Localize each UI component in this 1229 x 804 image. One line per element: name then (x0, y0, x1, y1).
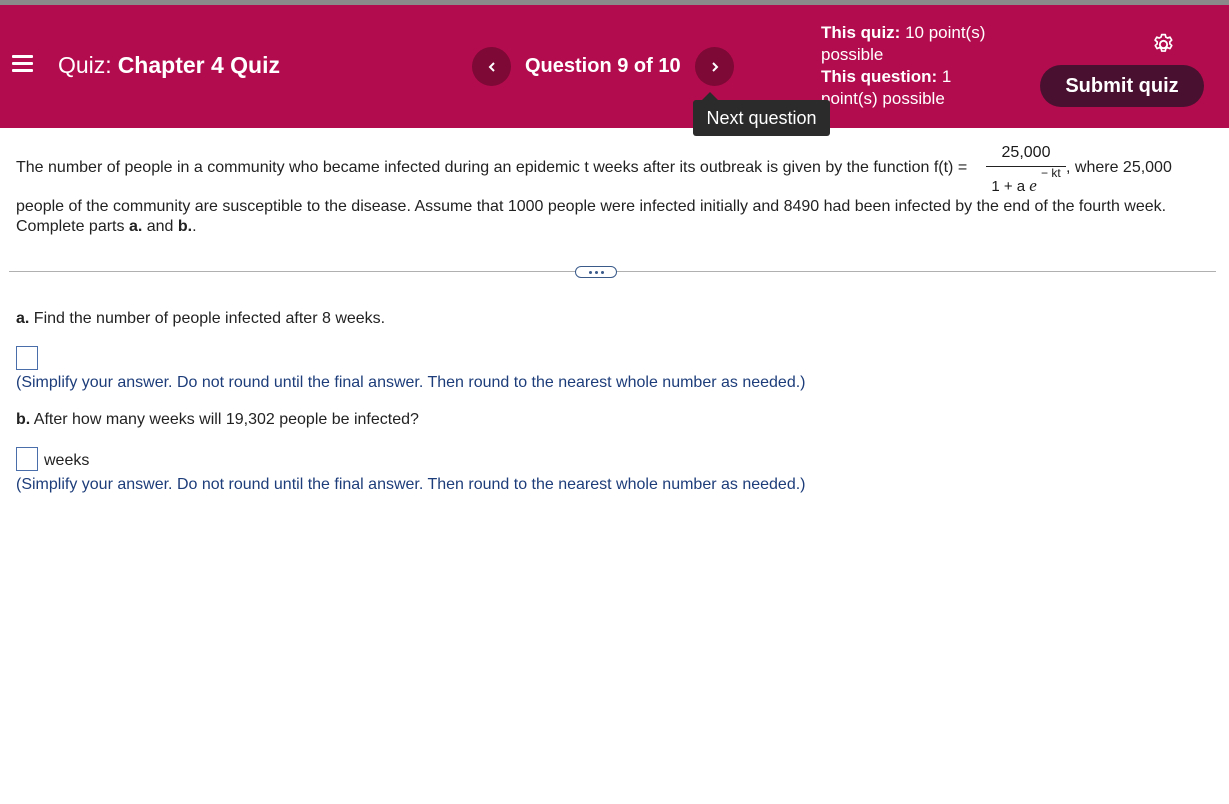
quiz-header: Quiz: Chapter 4 Quiz Question 9 of 10 Thi… (0, 5, 1229, 128)
problem-line-3-end: . (192, 218, 197, 235)
problem-line-3: Complete parts a. and b.. (16, 217, 197, 237)
problem-line-3-start: Complete parts (16, 218, 125, 235)
question-points-label: This question: (821, 67, 938, 86)
quiz-title-name: Chapter 4 Quiz (117, 52, 280, 78)
question-points-value-2: point(s) possible (821, 89, 945, 108)
problem-line-1-end: , where 25,000 (1066, 159, 1172, 176)
part-b-hint: (Simplify your answer. Do not round unti… (16, 476, 806, 493)
part-b-text: After how many weeks will 19,302 people … (33, 411, 419, 428)
problem-line-3-b: b. (177, 218, 193, 235)
denominator-exponent: − kt (1040, 166, 1061, 180)
problem-line-3-a: a. (128, 218, 143, 235)
next-question-button[interactable] (695, 47, 734, 86)
chevron-right-icon (711, 61, 718, 72)
next-question-tooltip: Next question (693, 92, 830, 136)
problem-line-3-and: and (146, 218, 174, 235)
part-a-answer-input[interactable] (16, 346, 38, 370)
function-fraction: 25,000 1 + a e − kt (986, 143, 1066, 197)
denominator-base: 1 + a (991, 178, 1026, 195)
quiz-title: Quiz: Chapter 4 Quiz (58, 51, 280, 79)
chevron-left-icon (488, 61, 495, 72)
problem-line-1-text: The number of people in a community who … (16, 159, 968, 176)
part-b-question: b. After how many weeks will 19,302 peop… (16, 410, 419, 430)
question-points-value: 1 (941, 67, 952, 86)
part-b-answer-input[interactable] (16, 447, 38, 471)
previous-question-button[interactable] (472, 47, 511, 86)
points-info: This quiz: 10 point(s) possible This que… (821, 22, 1001, 110)
problem-line-2: people of the community are susceptible … (16, 198, 1167, 215)
fraction-denominator: 1 + a e − kt (986, 166, 1066, 197)
part-b-label: b. (16, 411, 31, 428)
part-b-unit: weeks (44, 452, 90, 469)
menu-icon[interactable] (12, 55, 33, 72)
part-a-label: a. (16, 310, 30, 327)
submit-quiz-button[interactable]: Submit quiz (1040, 65, 1204, 107)
quiz-points-label: This quiz: (821, 23, 901, 42)
gear-icon[interactable] (1151, 32, 1176, 57)
expand-button[interactable] (575, 266, 617, 278)
question-position: Question 9 of 10 (525, 55, 681, 77)
quiz-points-value: 10 point(s) (905, 23, 986, 42)
part-a-hint: (Simplify your answer. Do not round unti… (16, 374, 806, 391)
problem-line-1: The number of people in a community who … (16, 158, 967, 178)
denominator-e: e (1029, 176, 1037, 195)
part-a-text: Find the number of people infected after… (33, 310, 386, 327)
fraction-numerator: 25,000 (1001, 144, 1051, 161)
quiz-points-value-2: possible (821, 45, 884, 64)
part-a-question: a. Find the number of people infected af… (16, 309, 385, 329)
quiz-title-prefix: Quiz: (58, 52, 112, 78)
